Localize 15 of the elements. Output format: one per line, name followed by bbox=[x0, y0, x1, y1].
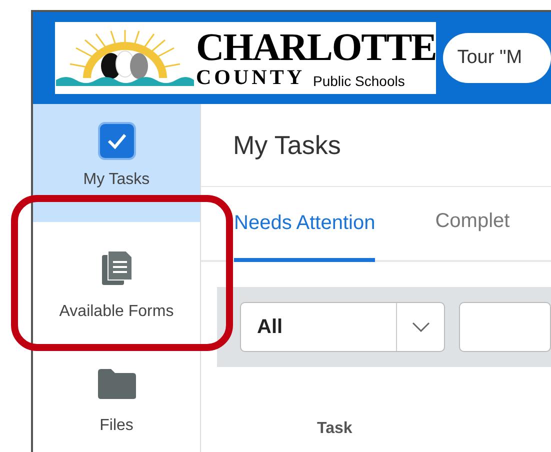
input-field[interactable] bbox=[459, 302, 551, 352]
page-title: My Tasks bbox=[233, 128, 341, 162]
folder-icon bbox=[96, 368, 136, 400]
chevron-down-icon bbox=[412, 322, 430, 332]
column-header: Task bbox=[317, 419, 352, 439]
logo-title: CHARLOTTE bbox=[196, 28, 436, 66]
sidebar-item[interactable]: My Tasks bbox=[33, 104, 200, 222]
documents-icon bbox=[100, 250, 132, 286]
logo-subtitle: COUNTY bbox=[196, 66, 306, 88]
tab[interactable]: Needs Attention bbox=[234, 208, 376, 262]
dropdown[interactable]: All bbox=[240, 302, 445, 352]
logo-caption: Public Schools bbox=[313, 74, 405, 88]
search-field[interactable]: Tour "M bbox=[443, 33, 551, 83]
tab[interactable]: Complet bbox=[435, 206, 510, 260]
checkbox-icon bbox=[98, 122, 136, 160]
